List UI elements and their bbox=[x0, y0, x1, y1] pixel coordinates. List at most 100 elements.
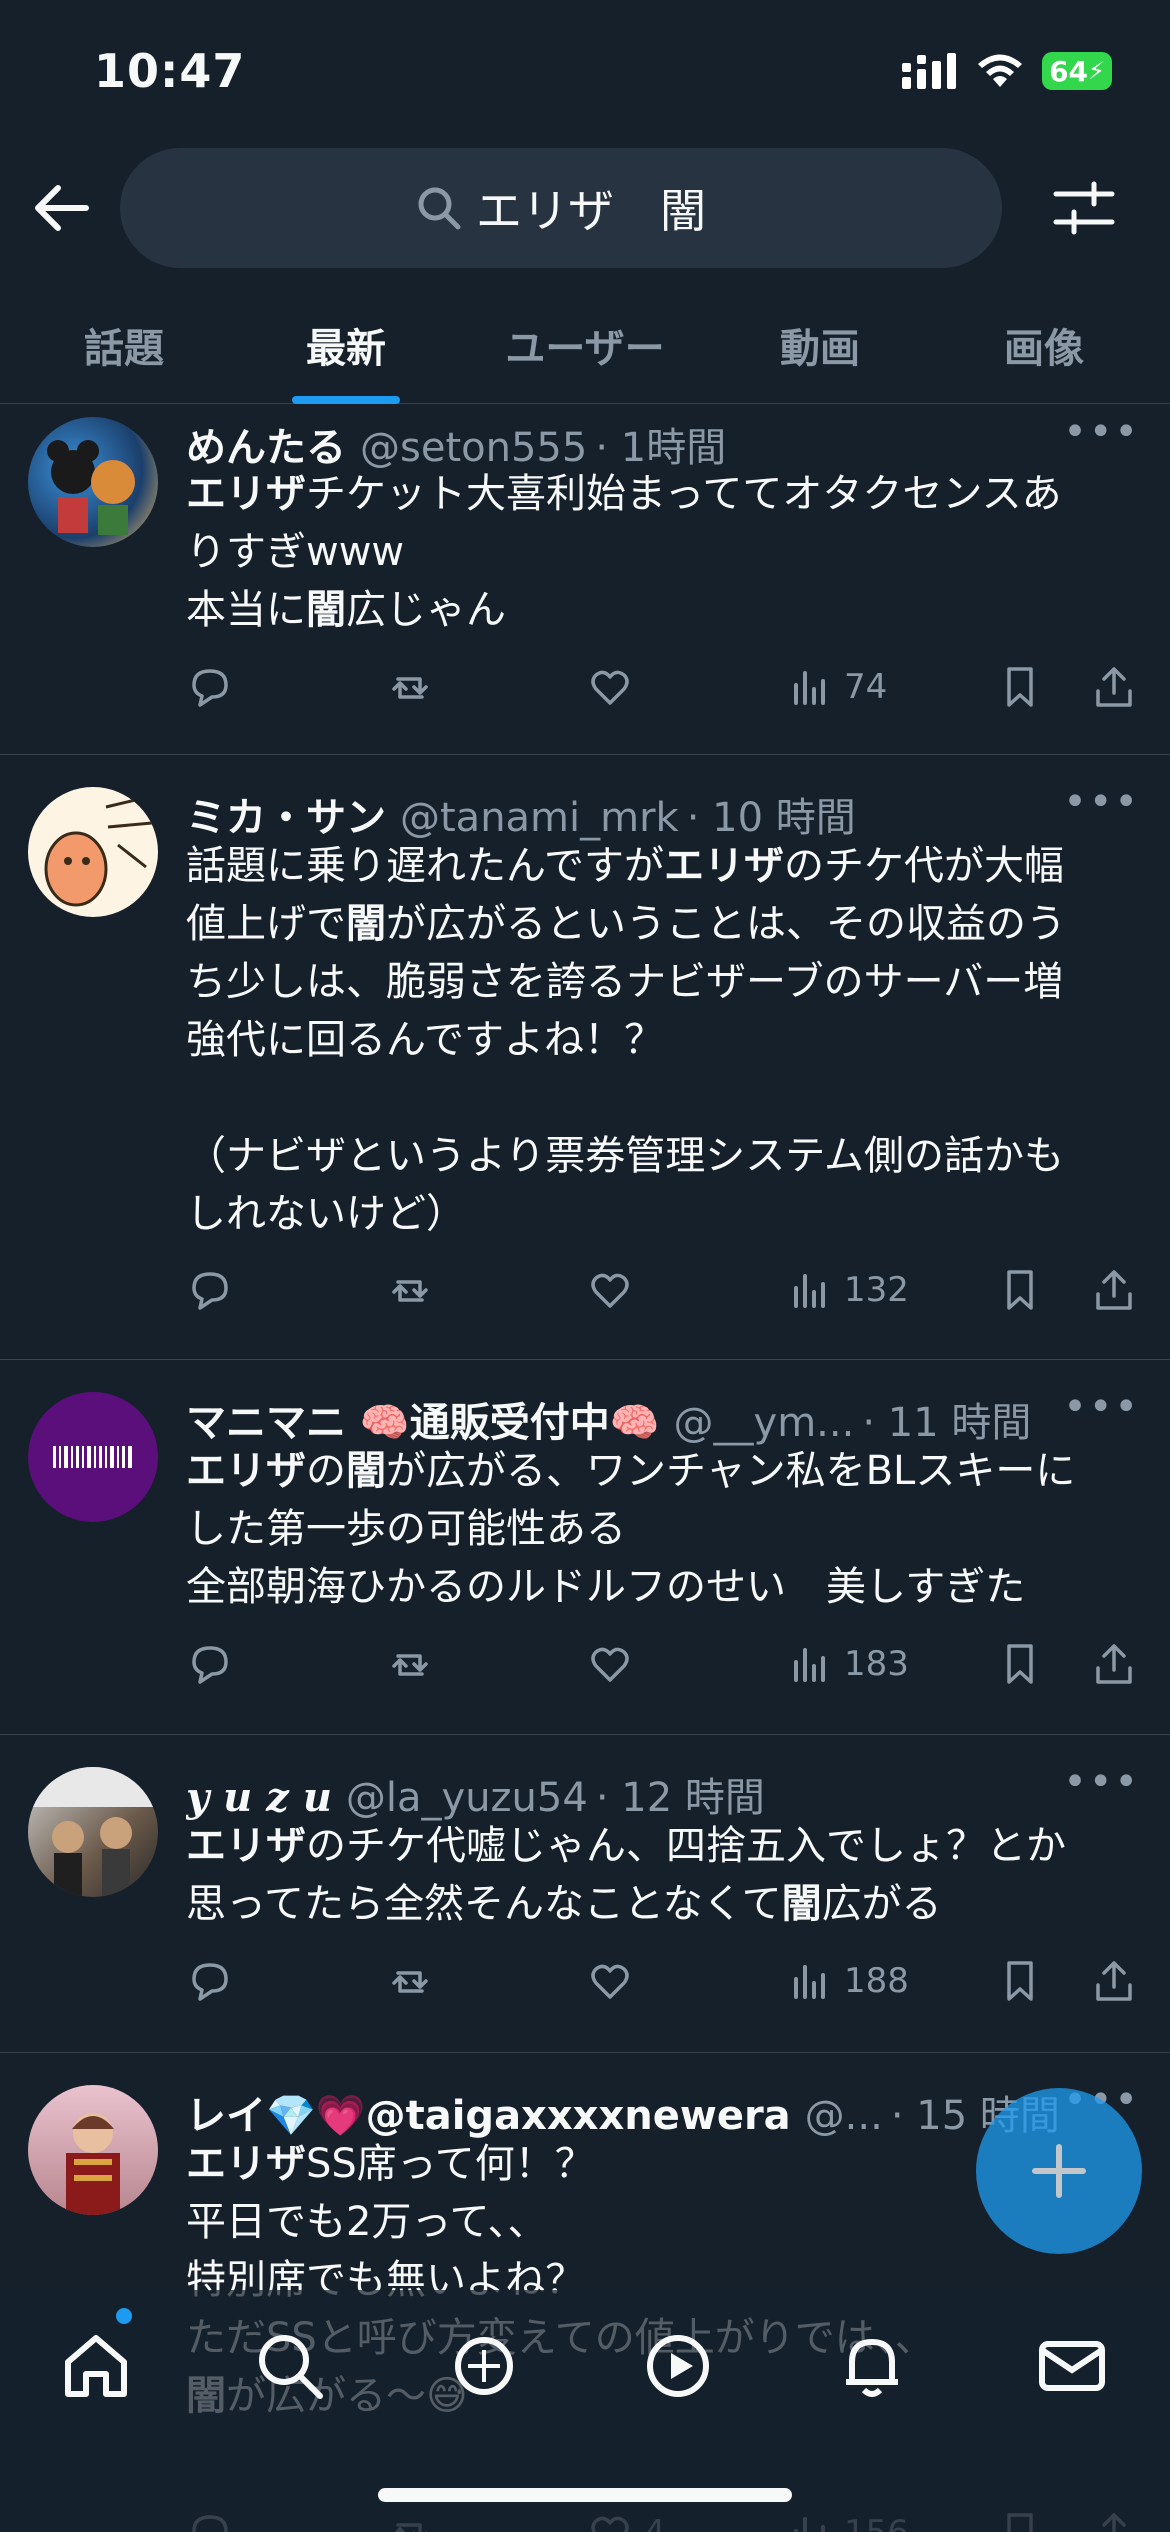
avatar[interactable] bbox=[28, 787, 158, 917]
bookmark-icon bbox=[1007, 1644, 1033, 1684]
tweet[interactable]: ミカ・サン @tanami_mrk · 10 時間 ••• 話題に乗り遅れたんで… bbox=[0, 755, 1170, 1360]
search-settings-button[interactable] bbox=[1052, 176, 1116, 240]
tweet-actions: 132 bbox=[186, 1260, 1140, 1320]
bookmark-icon bbox=[1007, 1961, 1033, 2001]
nav-spaces[interactable] bbox=[638, 2326, 718, 2406]
wifi-icon bbox=[978, 54, 1022, 87]
reply-icon bbox=[192, 669, 228, 707]
reply-icon bbox=[192, 1646, 228, 1684]
nav-home[interactable] bbox=[56, 2326, 136, 2406]
share-button[interactable] bbox=[1090, 657, 1138, 717]
arrow-left-icon bbox=[35, 185, 89, 231]
tab-users[interactable]: ユーザー bbox=[470, 290, 700, 404]
timestamp[interactable]: · 11 時間 bbox=[862, 1390, 1031, 1448]
nav-messages[interactable] bbox=[1032, 2326, 1112, 2406]
share-button[interactable] bbox=[1090, 1634, 1138, 1694]
views-button[interactable]: 188 bbox=[786, 1951, 909, 2011]
tweet-actions: 74 bbox=[186, 657, 1140, 717]
search-query: エリザ 闇 bbox=[476, 184, 706, 238]
cellular-signal-icon bbox=[902, 53, 956, 89]
user-handle[interactable]: @tanami_mrk bbox=[400, 795, 679, 841]
tweet[interactable]: 𝒚 𝒖 𝒛 𝒖 @la_yuzu54 · 12 時間 ••• エリザのチケ代嘘じ… bbox=[0, 1735, 1170, 2053]
tweet-text: エリザのチケ代嘘じゃん、四捨五入でしょ？とか 思ってたら全然そんなことなくて闇広… bbox=[186, 1823, 1066, 1927]
reply-button[interactable] bbox=[186, 1951, 234, 2011]
mail-icon bbox=[1039, 2341, 1105, 2391]
communities-icon bbox=[455, 2337, 513, 2395]
tab-label: 動画 bbox=[780, 326, 860, 372]
bar-chart-icon bbox=[794, 1274, 825, 1308]
tab-latest[interactable]: 最新 bbox=[246, 290, 446, 404]
avatar-image bbox=[28, 1767, 158, 1897]
views-button[interactable]: 183 bbox=[786, 1634, 909, 1694]
views-button[interactable]: 132 bbox=[786, 1260, 909, 1320]
user-handle[interactable]: @la_yuzu54 bbox=[346, 1775, 588, 1821]
bookmark-button[interactable] bbox=[996, 1634, 1044, 1694]
tab-images[interactable]: 画像 bbox=[944, 290, 1144, 404]
back-button[interactable] bbox=[30, 176, 94, 240]
avatar-image bbox=[44, 795, 153, 907]
barcode-icon bbox=[53, 1446, 132, 1468]
like-button[interactable] bbox=[586, 1634, 644, 1694]
reply-button[interactable] bbox=[186, 1260, 234, 1320]
search-field[interactable]: エリザ 闇 bbox=[120, 148, 1002, 268]
tweet[interactable]: めんたる @seton555 · 1時間 ••• エリザチケット大喜利始まってて… bbox=[0, 405, 1170, 755]
user-handle[interactable]: @__ym... bbox=[674, 1400, 855, 1446]
compose-button[interactable] bbox=[976, 2088, 1142, 2254]
home-indicator[interactable] bbox=[378, 2488, 792, 2502]
timestamp[interactable]: · 10 時間 bbox=[687, 785, 856, 843]
view-count: 74 bbox=[844, 667, 888, 707]
reply-icon bbox=[192, 1963, 228, 2001]
retweet-button[interactable] bbox=[386, 1634, 434, 1694]
nav-notifications[interactable] bbox=[832, 2326, 912, 2406]
tab-videos[interactable]: 動画 bbox=[720, 290, 920, 404]
avatar[interactable] bbox=[28, 1392, 158, 1522]
bookmark-button[interactable] bbox=[996, 1260, 1044, 1320]
nav-search[interactable] bbox=[250, 2326, 330, 2406]
share-icon bbox=[1096, 667, 1132, 707]
bookmark-icon bbox=[1007, 1270, 1033, 1310]
more-options-button[interactable]: ••• bbox=[1063, 779, 1140, 825]
view-count: 183 bbox=[844, 1644, 909, 1684]
user-handle[interactable]: @... bbox=[805, 2093, 883, 2139]
avatar[interactable] bbox=[28, 1767, 158, 1897]
active-tab-indicator bbox=[292, 396, 400, 404]
like-button[interactable] bbox=[586, 1260, 644, 1320]
views-button[interactable]: 74 bbox=[786, 657, 887, 717]
top-bar: エリザ 闇 bbox=[0, 140, 1170, 270]
tab-label: 話題 bbox=[84, 326, 164, 372]
display-name[interactable]: ミカ・サン bbox=[186, 785, 386, 843]
tab-label: 最新 bbox=[306, 326, 386, 372]
display-name[interactable]: 𝒚 𝒖 𝒛 𝒖 bbox=[186, 1774, 332, 1821]
more-options-button[interactable]: ••• bbox=[1063, 1759, 1140, 1805]
retweet-icon bbox=[392, 677, 428, 699]
timestamp[interactable]: · 12 時間 bbox=[596, 1765, 765, 1823]
tweet[interactable]: マニマニ 🧠通販受付中🧠 @__ym... · 11 時間 ••• エリザの闇が… bbox=[0, 1360, 1170, 1735]
tab-label: ユーザー bbox=[505, 326, 665, 372]
more-options-button[interactable]: ••• bbox=[1063, 409, 1140, 455]
bookmark-button[interactable] bbox=[996, 657, 1044, 717]
bookmark-button[interactable] bbox=[996, 1951, 1044, 2011]
bar-chart-icon bbox=[794, 1648, 825, 1682]
share-button[interactable] bbox=[1090, 1260, 1138, 1320]
retweet-button[interactable] bbox=[386, 1260, 434, 1320]
display-name[interactable]: レイ💎💗@taigaxxxxnewera bbox=[186, 2083, 791, 2141]
reply-button[interactable] bbox=[186, 1634, 234, 1694]
share-icon bbox=[1096, 1644, 1132, 1684]
like-button[interactable] bbox=[586, 657, 644, 717]
share-icon bbox=[1096, 1961, 1132, 2001]
display-name[interactable]: マニマニ 🧠通販受付中🧠 bbox=[186, 1390, 660, 1448]
more-options-button[interactable]: ••• bbox=[1063, 1384, 1140, 1430]
heart-icon bbox=[591, 670, 629, 705]
avatar[interactable] bbox=[28, 417, 158, 547]
retweet-button[interactable] bbox=[386, 657, 434, 717]
avatar[interactable] bbox=[28, 2085, 158, 2215]
reply-button[interactable] bbox=[186, 657, 234, 717]
retweet-button[interactable] bbox=[386, 1951, 434, 2011]
home-icon bbox=[65, 2335, 127, 2397]
tab-trending[interactable]: 話題 bbox=[24, 290, 224, 404]
nav-communities[interactable] bbox=[444, 2326, 524, 2406]
share-button[interactable] bbox=[1090, 1951, 1138, 2011]
status-indicators: 64 ⚡ bbox=[902, 52, 1112, 90]
tweet-header: 𝒚 𝒖 𝒛 𝒖 @la_yuzu54 · 12 時間 bbox=[186, 1765, 1130, 1823]
like-button[interactable] bbox=[586, 1951, 644, 2011]
